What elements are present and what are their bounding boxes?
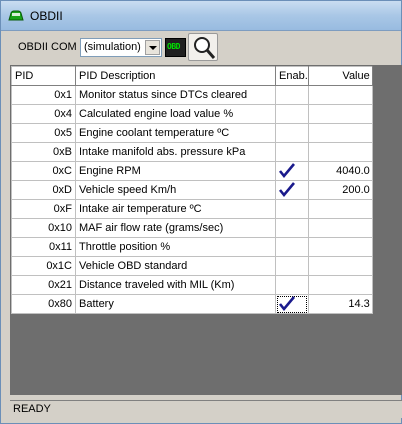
pid-cell[interactable]: 0x1C (11, 256, 76, 276)
obd-icon: OBD (167, 42, 180, 51)
header-value[interactable]: Value (307, 66, 373, 86)
pid-table: PID PID Description Enab. Value 0x1 Monit… (11, 66, 373, 314)
value-cell[interactable] (307, 237, 373, 257)
description-cell[interactable]: Monitor status since DTCs cleared (75, 85, 276, 105)
description-cell[interactable]: Battery (75, 294, 276, 314)
table-header-row: PID PID Description Enab. Value (11, 66, 373, 86)
obd-connect-button[interactable]: OBD (165, 38, 186, 57)
description-cell[interactable]: MAF air flow rate (grams/sec) (75, 218, 276, 238)
checkmark-icon (278, 182, 296, 199)
value-cell[interactable] (307, 85, 373, 105)
enabled-checkbox[interactable] (275, 180, 309, 200)
table-row[interactable]: 0x1 Monitor status since DTCs cleared (11, 85, 373, 105)
value-cell[interactable] (307, 199, 373, 219)
value-cell[interactable] (307, 142, 373, 162)
value-cell[interactable] (307, 275, 373, 295)
status-text: READY (13, 403, 51, 415)
checkmark-icon (278, 296, 296, 313)
pid-cell[interactable]: 0x5 (11, 123, 76, 143)
pid-cell[interactable]: 0x80 (11, 294, 76, 314)
value-cell[interactable] (307, 256, 373, 276)
description-cell[interactable]: Engine coolant temperature ºC (75, 123, 276, 143)
pid-cell[interactable]: 0xB (11, 142, 76, 162)
description-cell[interactable]: Vehicle speed Km/h (75, 180, 276, 200)
enabled-checkbox[interactable] (275, 161, 309, 181)
enabled-checkbox[interactable] (275, 218, 309, 238)
enabled-checkbox[interactable] (275, 237, 309, 257)
description-cell[interactable]: Intake air temperature ºC (75, 199, 276, 219)
description-cell[interactable]: Calculated engine load value % (75, 104, 276, 124)
description-cell[interactable]: Vehicle OBD standard (75, 256, 276, 276)
zoom-button[interactable] (188, 33, 218, 61)
com-label: OBDII COM (18, 41, 77, 53)
toolbar: OBDII COM (simulation) OBD (5, 32, 399, 64)
description-cell[interactable]: Intake manifold abs. pressure kPa (75, 142, 276, 162)
title-bar[interactable]: OBDII (1, 1, 401, 31)
pid-cell[interactable]: 0xC (11, 161, 76, 181)
com-port-value: (simulation) (84, 41, 141, 53)
obdii-window: OBDII OBDII COM (simulation) OBD PID PID… (0, 0, 402, 424)
table-row[interactable]: 0x10 MAF air flow rate (grams/sec) (11, 218, 373, 238)
header-enabled[interactable]: Enab. (275, 66, 309, 86)
pid-cell[interactable]: 0x4 (11, 104, 76, 124)
enabled-checkbox[interactable] (275, 294, 309, 314)
window-title: OBDII (30, 9, 63, 23)
enabled-checkbox[interactable] (275, 123, 309, 143)
table-row[interactable]: 0xB Intake manifold abs. pressure kPa (11, 142, 373, 162)
pid-cell[interactable]: 0x1 (11, 85, 76, 105)
table-row[interactable]: 0xC Engine RPM 4040.0 (11, 161, 373, 181)
value-cell[interactable]: 14.3 (307, 294, 373, 314)
table-row[interactable]: 0x1C Vehicle OBD standard (11, 256, 373, 276)
enabled-checkbox[interactable] (275, 199, 309, 219)
table-row[interactable]: 0x21 Distance traveled with MIL (Km) (11, 275, 373, 295)
enabled-checkbox[interactable] (275, 85, 309, 105)
table-row[interactable]: 0x5 Engine coolant temperature ºC (11, 123, 373, 143)
enabled-checkbox[interactable] (275, 275, 309, 295)
pid-cell[interactable]: 0x11 (11, 237, 76, 257)
table-row[interactable]: 0xD Vehicle speed Km/h 200.0 (11, 180, 373, 200)
pid-cell[interactable]: 0xF (11, 199, 76, 219)
description-cell[interactable]: Distance traveled with MIL (Km) (75, 275, 276, 295)
header-pid[interactable]: PID (11, 66, 76, 86)
value-cell[interactable] (307, 104, 373, 124)
com-port-select[interactable]: (simulation) (80, 38, 162, 57)
table-row[interactable]: 0x4 Calculated engine load value % (11, 104, 373, 124)
status-bar: READY (10, 400, 402, 418)
enabled-checkbox[interactable] (275, 142, 309, 162)
header-description[interactable]: PID Description (75, 66, 276, 86)
magnifier-icon (194, 37, 216, 59)
value-cell[interactable] (307, 123, 373, 143)
checkmark-icon (278, 163, 296, 180)
table-row[interactable]: 0x80 Battery 14.3 (11, 294, 373, 314)
table-row[interactable]: 0xF Intake air temperature ºC (11, 199, 373, 219)
value-cell[interactable]: 200.0 (307, 180, 373, 200)
chevron-down-icon[interactable] (145, 40, 160, 55)
pid-cell[interactable]: 0xD (11, 180, 76, 200)
pid-cell[interactable]: 0x21 (11, 275, 76, 295)
value-cell[interactable]: 4040.0 (307, 161, 373, 181)
table-row[interactable]: 0x11 Throttle position % (11, 237, 373, 257)
enabled-checkbox[interactable] (275, 104, 309, 124)
value-cell[interactable] (307, 218, 373, 238)
description-cell[interactable]: Throttle position % (75, 237, 276, 257)
description-cell[interactable]: Engine RPM (75, 161, 276, 181)
enabled-checkbox[interactable] (275, 256, 309, 276)
pid-cell[interactable]: 0x10 (11, 218, 76, 238)
car-icon (8, 9, 24, 23)
